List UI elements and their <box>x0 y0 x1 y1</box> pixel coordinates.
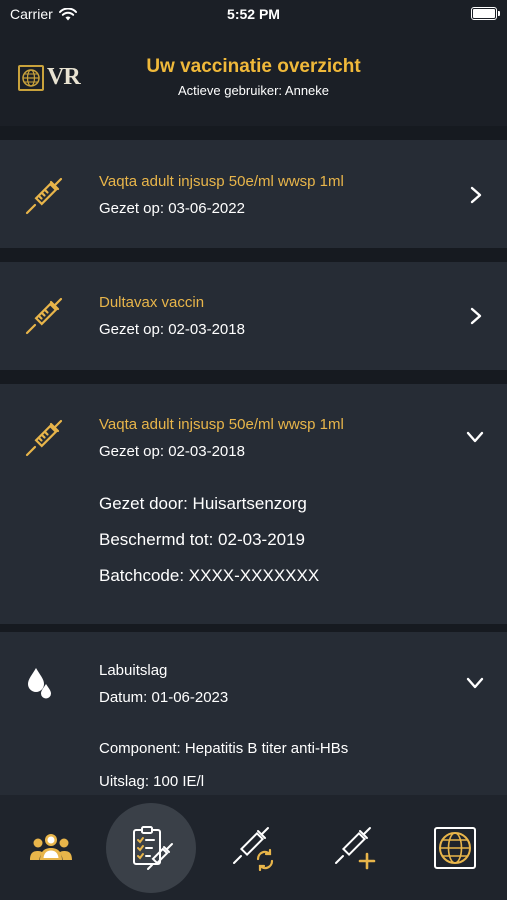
syringe-icon <box>25 177 63 215</box>
page-title: Uw vaccinatie overzicht <box>146 56 361 77</box>
users-icon <box>30 834 72 860</box>
lab-result-card[interactable]: Labuitslag Datum: 01-06-2023 Component: … <box>0 632 507 800</box>
tab-users[interactable] <box>6 803 96 893</box>
chevron-right-icon[interactable] <box>469 306 483 326</box>
status-time: 5:52 PM <box>227 6 280 22</box>
drops-icon <box>28 668 51 699</box>
tab-add-vaccine[interactable] <box>310 803 400 893</box>
globe-icon <box>434 827 476 869</box>
lab-component: Component: Hepatitis B titer anti-HBs <box>99 740 349 757</box>
vaccine-name: Vaqta adult injsusp 50e/ml wwsp 1ml <box>99 173 344 190</box>
vaccination-card[interactable]: Dultavax vaccin Gezet op: 02-03-2018 <box>0 262 507 370</box>
tab-globe[interactable] <box>410 803 500 893</box>
given-by: Gezet door: Huisartsenzorg <box>99 494 307 513</box>
tab-bar <box>0 795 507 900</box>
protected-until: Beschermd tot: 02-03-2019 <box>99 530 306 549</box>
chevron-right-icon[interactable] <box>469 185 483 205</box>
vaccination-list: Vaqta adult injsusp 50e/ml wwsp 1ml Geze… <box>0 126 507 800</box>
lab-result: Uitslag: 100 IE/l <box>99 773 205 790</box>
syringe-icon <box>25 419 63 457</box>
chevron-down-icon[interactable] <box>465 676 485 690</box>
status-bar: Carrier 5:52 PM <box>0 0 507 28</box>
syringe-plus-icon <box>335 827 376 870</box>
app-header: VR Uw vaccinatie overzicht Actieve gebru… <box>0 28 507 126</box>
vaccine-name: Vaqta adult injsusp 50e/ml wwsp 1ml <box>99 416 344 433</box>
battery-icon <box>471 7 500 20</box>
active-user-label: Actieve gebruiker: Anneke <box>177 83 330 98</box>
lab-date: Datum: 01-06-2023 <box>99 689 229 706</box>
tab-refresh-vaccine[interactable] <box>208 803 298 893</box>
vaccine-date: Gezet op: 02-03-2018 <box>99 443 245 460</box>
vaccination-card[interactable]: Vaqta adult injsusp 50e/ml wwsp 1ml Geze… <box>0 140 507 248</box>
syringe-refresh-icon <box>233 827 274 871</box>
chevron-down-icon[interactable] <box>465 430 485 444</box>
tab-overview[interactable] <box>106 803 196 893</box>
syringe-icon <box>25 297 63 335</box>
vaccination-card-expanded[interactable]: Vaqta adult injsusp 50e/ml wwsp 1ml Geze… <box>0 384 507 624</box>
checklist-syringe-icon <box>133 826 173 870</box>
batchcode: Batchcode: XXXX-XXXXXXX <box>99 566 320 585</box>
vaccine-name: Dultavax vaccin <box>99 294 205 311</box>
vaccine-date: Gezet op: 03-06-2022 <box>99 200 245 217</box>
vaccine-date: Gezet op: 02-03-2018 <box>99 321 245 338</box>
lab-title: Labuitslag <box>99 662 168 679</box>
